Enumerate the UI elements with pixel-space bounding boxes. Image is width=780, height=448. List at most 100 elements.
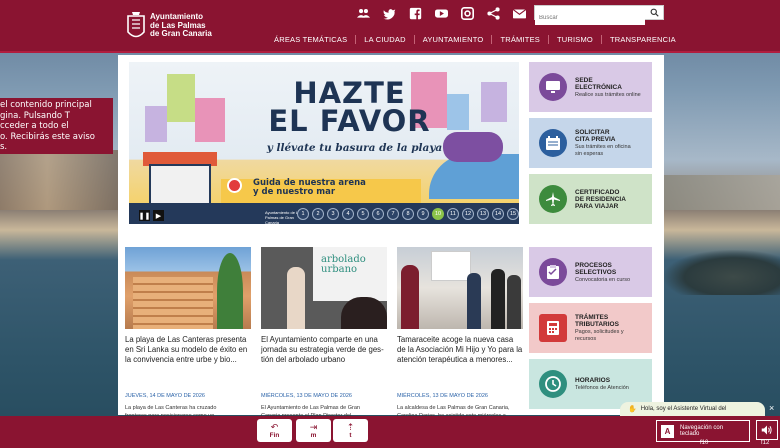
carousel-dots: 1 2 3 4 5 6 7 8 9 10 11 12 13 14 15 (297, 208, 519, 220)
news-photo (125, 247, 251, 329)
coat-of-arms-icon (127, 12, 145, 38)
tile-certificado-residencia[interactable]: CERTIFICADO DE RESIDENCIA PARA VIAJAR (529, 174, 652, 224)
carousel-dot[interactable]: 1 (297, 208, 309, 220)
tile-procesos-selectivos[interactable]: PROCESOS SELECTIVOS Convocatoria en curs… (529, 247, 652, 297)
play-icon[interactable]: ▶ (153, 210, 164, 221)
youtube-icon[interactable] (434, 6, 448, 20)
calculator-icon (539, 314, 567, 342)
mail-icon[interactable] (512, 6, 526, 20)
search-icon[interactable] (650, 8, 659, 17)
news-photo (397, 247, 523, 329)
tile-title: TRÁMITES (575, 314, 609, 321)
nav-la-ciudad[interactable]: LA CIUDAD (356, 35, 415, 44)
excerpt-line: La playa de Las Canteras ha cruzado (125, 405, 217, 411)
fin-key-button[interactable]: ↶ Fin (257, 419, 292, 442)
news-title[interactable]: El Ayuntamiento comparte en una jornada … (261, 335, 387, 365)
carousel-dot[interactable]: 13 (477, 208, 489, 220)
facebook-group-icon[interactable] (356, 6, 370, 20)
news-title[interactable]: Tamaraceite acoge la nueva casa de la As… (397, 335, 523, 365)
no-litter-icon (227, 178, 242, 193)
tile-title: ELECTRÓNICA (575, 83, 622, 91)
banner-title: HAZTE EL FAVOR (267, 79, 432, 138)
news-date: MIÉRCOLES, 13 DE MAYO DE 2026 (261, 393, 352, 399)
key-label: Fin (269, 431, 280, 439)
carousel-controls: ❚❚ ▶ (139, 210, 164, 221)
clock-icon (539, 370, 567, 398)
site-header: Ayuntamiento de Las Palmas de Gran Canar… (0, 0, 780, 53)
speaker-icon[interactable] (756, 420, 778, 440)
banner-building (447, 94, 469, 130)
f10-key-label: f10 (700, 440, 709, 446)
hero-banner[interactable]: HAZTE EL FAVOR y llévate tu basura de la… (129, 62, 519, 224)
keyboard-key-icon: A (661, 424, 674, 438)
twitter-icon[interactable] (382, 6, 396, 20)
facebook-icon[interactable] (408, 6, 422, 20)
band-line: y de nuestro mar (253, 187, 336, 197)
computer-icon (539, 73, 567, 101)
nav-tramites[interactable]: TRÁMITES (492, 35, 549, 44)
tile-title: PROCESOS (575, 261, 612, 269)
site-logo[interactable]: Ayuntamiento de Las Palmas de Gran Canar… (126, 10, 212, 42)
key-label: m (310, 431, 317, 439)
f12-key-label: f12 (761, 440, 770, 446)
social-links (356, 6, 526, 20)
nav-ayuntamiento[interactable]: AYUNTAMIENTO (415, 35, 493, 44)
news-card[interactable]: La playa de Las Canteras presenta en Sri… (125, 247, 251, 420)
tile-cita-previa[interactable]: SOLICITAR CITA PREVIA Sus trámites en of… (529, 118, 652, 168)
carousel-dot[interactable]: 6 (372, 208, 384, 220)
search-box (534, 5, 664, 25)
carousel-dot[interactable]: 8 (402, 208, 414, 220)
tile-subtitle: recursos (575, 336, 597, 342)
up-arrow-icon: ⇡ (346, 421, 355, 432)
carousel-dot-active[interactable]: 10 (432, 208, 444, 220)
background-rocks (664, 250, 780, 295)
m-key-button[interactable]: ⇥ m (296, 419, 331, 442)
tile-text: HORARIOS Teléfonos de Atención (575, 377, 629, 391)
carousel-dot[interactable]: 15 (507, 208, 519, 220)
share-icon[interactable] (486, 6, 500, 20)
news-title[interactable]: La playa de Las Canteras presenta en Sri… (125, 335, 251, 365)
banner-title-line: EL FAVOR (268, 104, 431, 138)
tile-title: SEDE (575, 76, 593, 84)
carousel-dot[interactable]: 5 (357, 208, 369, 220)
tile-subtitle: Teléfonos de Atención (575, 385, 629, 391)
tile-title: SOLICITAR (575, 129, 610, 136)
tile-subtitle: Sus trámites en oficina (575, 144, 631, 150)
tile-text: TRÁMITES TRIBUTARIOS Pagos, solicitudes … (575, 314, 624, 342)
carousel-dot[interactable]: 12 (462, 208, 474, 220)
tile-sede-electronica[interactable]: SEDE ELECTRÓNICA Realice sus trámites on… (529, 62, 652, 112)
nav-areas-tematicas[interactable]: ÁREAS TEMÁTICAS (266, 35, 357, 44)
tile-tramites-tributarios[interactable]: TRÁMITES TRIBUTARIOS Pagos, solicitudes … (529, 303, 652, 353)
notice-line: s. (0, 142, 8, 152)
news-date: JUEVES, 14 DE MAYO DE 2026 (125, 393, 205, 399)
nav-turismo[interactable]: TURISMO (549, 35, 602, 44)
nav-transparencia[interactable]: TRANSPARENCIA (602, 35, 684, 44)
excerpt-line: El Ayuntamiento de Las Palmas de Gran (261, 405, 360, 411)
banner-building (481, 82, 507, 122)
carousel-dot[interactable]: 3 (327, 208, 339, 220)
carousel-dot[interactable]: 14 (492, 208, 504, 220)
keyboard-navigation-toggle[interactable]: A Navegación con teclado (656, 420, 750, 442)
news-date: MIÉRCOLES, 13 DE MAYO DE 2026 (397, 393, 488, 399)
pause-icon[interactable]: ❚❚ (139, 210, 150, 221)
carousel-dot[interactable]: 4 (342, 208, 354, 220)
chat-icon: ✋ (628, 406, 637, 413)
instagram-icon[interactable] (460, 6, 474, 20)
carousel-dot[interactable]: 9 (417, 208, 429, 220)
banner-building (195, 98, 225, 142)
tile-text: SEDE ELECTRÓNICA Realice sus trámites on… (575, 77, 641, 98)
tile-title: CERTIFICADO (575, 188, 620, 196)
banner-band-text: Guida de nuestra arena y de nuestro mar (253, 179, 366, 197)
carousel-dot[interactable]: 11 (447, 208, 459, 220)
news-card[interactable]: Tamaraceite acoge la nueva casa de la As… (397, 247, 523, 420)
notice-line: o. Recibirás este aviso (0, 131, 95, 142)
search-input[interactable] (535, 11, 645, 25)
carousel-dot[interactable]: 7 (387, 208, 399, 220)
t-key-button[interactable]: ⇡ t (333, 419, 368, 442)
carousel-dot[interactable]: 2 (312, 208, 324, 220)
virtual-assistant-bubble[interactable]: ✋ Hola, soy el Asistente Virtual del (620, 402, 765, 416)
tile-text: PROCESOS SELECTIVOS Convocatoria en curs… (575, 262, 630, 283)
tile-title: HORARIOS (575, 377, 611, 384)
news-card[interactable]: arbolado urbano El Ayuntamiento comparte… (261, 247, 387, 420)
close-icon[interactable]: × (769, 403, 774, 413)
